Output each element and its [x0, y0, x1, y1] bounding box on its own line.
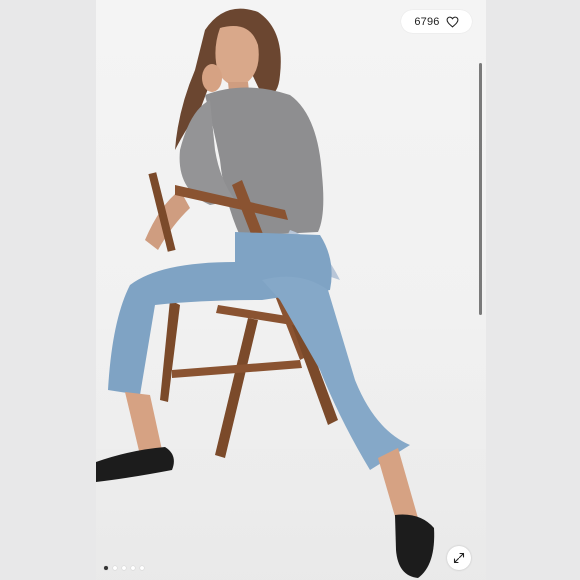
likes-count: 6796 — [414, 15, 440, 28]
product-photo[interactable] — [96, 0, 486, 580]
vertical-scrollbar[interactable] — [479, 63, 482, 315]
expand-icon — [453, 552, 465, 564]
carousel-dot[interactable] — [104, 566, 108, 570]
carousel-dot[interactable] — [140, 566, 144, 570]
expand-button[interactable] — [447, 546, 471, 570]
carousel-dot[interactable] — [131, 566, 135, 570]
carousel-dots — [104, 566, 144, 570]
carousel-dot[interactable] — [122, 566, 126, 570]
left-backdrop — [0, 0, 96, 580]
model-illustration — [96, 8, 435, 578]
heart-outline-icon — [446, 16, 459, 28]
likes-badge[interactable]: 6796 — [401, 10, 472, 33]
right-backdrop — [486, 0, 580, 580]
carousel-dot[interactable] — [113, 566, 117, 570]
